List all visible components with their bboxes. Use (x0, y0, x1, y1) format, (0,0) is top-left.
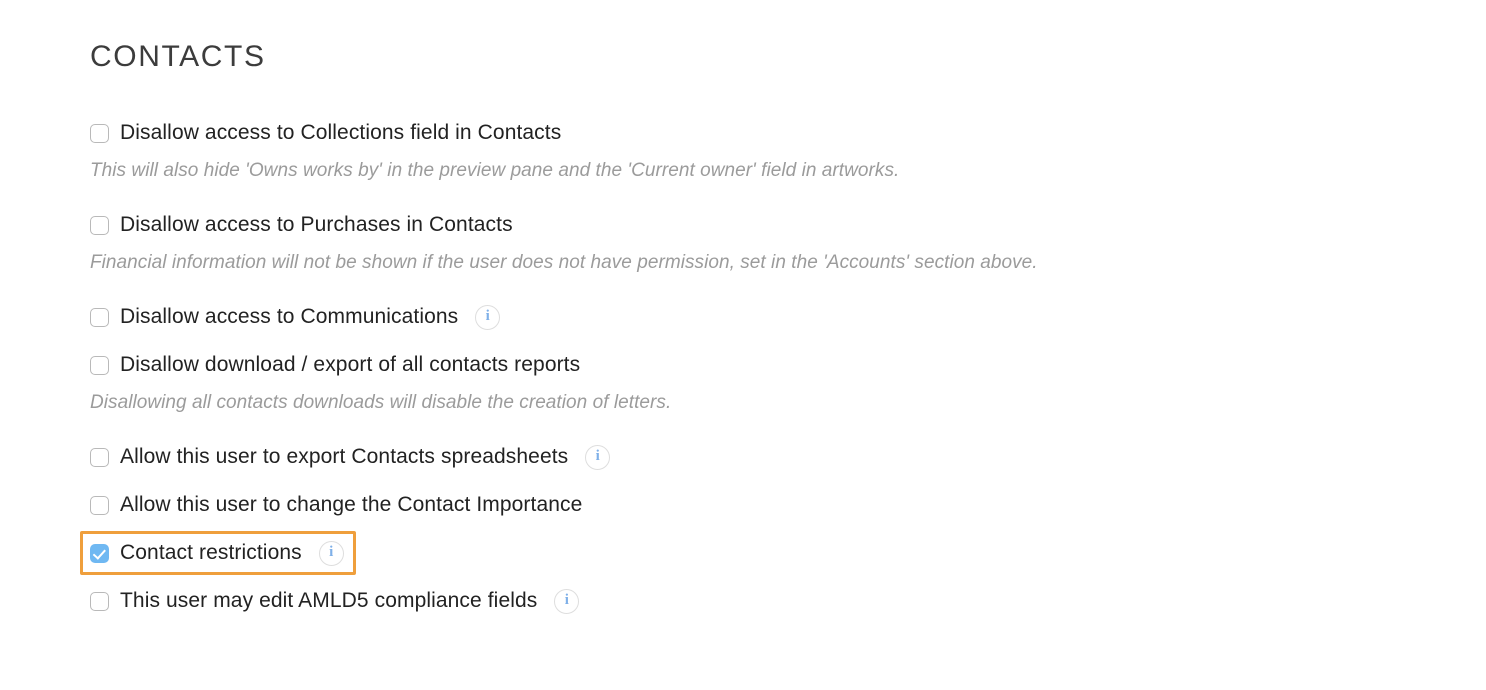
checkbox-edit-amld5-compliance-fields[interactable] (90, 591, 109, 611)
option-helper-text: This will also hide 'Owns works by' in t… (90, 160, 900, 181)
option-label: Disallow access to Purchases in Contacts (120, 213, 513, 236)
option-label: This user may edit AMLD5 compliance fiel… (120, 589, 538, 612)
info-icon-glyph: i (329, 544, 334, 560)
option-helper-text: Financial information will not be shown … (90, 252, 1038, 273)
checkbox-disallow-collections-field[interactable] (90, 123, 109, 143)
info-icon[interactable]: i (554, 588, 580, 614)
checkbox-disallow-purchases[interactable] (90, 215, 109, 235)
option-helper-text: Disallowing all contacts downloads will … (90, 392, 672, 413)
checkbox-allow-export-spreadsheets[interactable] (90, 447, 109, 467)
info-icon[interactable]: i (585, 444, 611, 470)
option-label: Disallow access to Communications (120, 305, 459, 328)
option-row-allow-export-spreadsheets[interactable]: Allow this user to export Contacts sprea… (90, 442, 1420, 472)
option-row-disallow-download-export-reports[interactable]: Disallow download / export of all contac… (90, 350, 1420, 380)
option-label: Allow this user to change the Contact Im… (120, 493, 583, 516)
page-title: CONTACTS (90, 40, 266, 73)
checkbox-disallow-download-export-reports[interactable] (90, 355, 109, 375)
permissions-option-list: Disallow access to Collections field in … (80, 118, 1420, 616)
checkbox-contact-restrictions[interactable] (90, 543, 109, 563)
option-label: Disallow download / export of all contac… (120, 353, 581, 376)
info-icon-glyph: i (595, 448, 600, 464)
option-label: Disallow access to Collections field in … (120, 121, 562, 144)
info-icon[interactable]: i (318, 540, 344, 566)
checkbox-disallow-communications[interactable] (90, 307, 109, 327)
info-icon-glyph: i (485, 308, 490, 324)
option-row-contact-restrictions[interactable]: Contact restrictions i (80, 531, 1420, 575)
option-row-disallow-purchases[interactable]: Disallow access to Purchases in Contacts (90, 210, 1420, 240)
info-icon[interactable]: i (475, 304, 501, 330)
option-row-disallow-collections-field[interactable]: Disallow access to Collections field in … (90, 118, 1420, 148)
option-row-allow-change-contact-importance[interactable]: Allow this user to change the Contact Im… (90, 490, 1420, 520)
option-row-disallow-communications[interactable]: Disallow access to Communications i (90, 302, 1420, 332)
option-label: Contact restrictions (120, 541, 302, 564)
option-row-edit-amld5-compliance-fields[interactable]: This user may edit AMLD5 compliance fiel… (90, 586, 1420, 616)
info-icon-glyph: i (564, 592, 569, 608)
checkbox-allow-change-contact-importance[interactable] (90, 495, 109, 515)
option-label: Allow this user to export Contacts sprea… (120, 445, 569, 468)
contacts-permissions-page: CONTACTS Disallow access to Collections … (0, 0, 1486, 690)
